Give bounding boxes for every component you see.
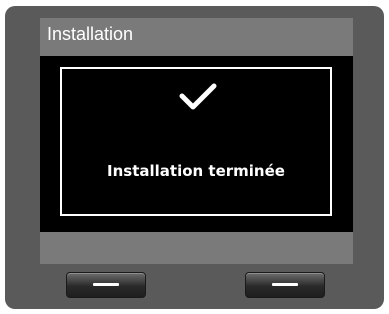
phone-device: Installation Installation terminée <box>5 6 384 309</box>
checkmark-icon <box>179 83 217 110</box>
title-bar: Installation <box>40 18 353 56</box>
dash-icon <box>93 283 119 286</box>
screen-content: Installation terminée <box>40 56 353 232</box>
dash-icon <box>272 283 298 286</box>
status-dialog: Installation terminée <box>60 67 332 216</box>
display-screen: Installation Installation terminée <box>40 18 353 264</box>
softkey-bar <box>40 232 353 264</box>
right-softkey-button[interactable] <box>245 272 325 298</box>
screen-title: Installation <box>47 24 134 44</box>
left-softkey-button[interactable] <box>66 272 146 298</box>
status-message: Installation terminée <box>107 162 285 180</box>
